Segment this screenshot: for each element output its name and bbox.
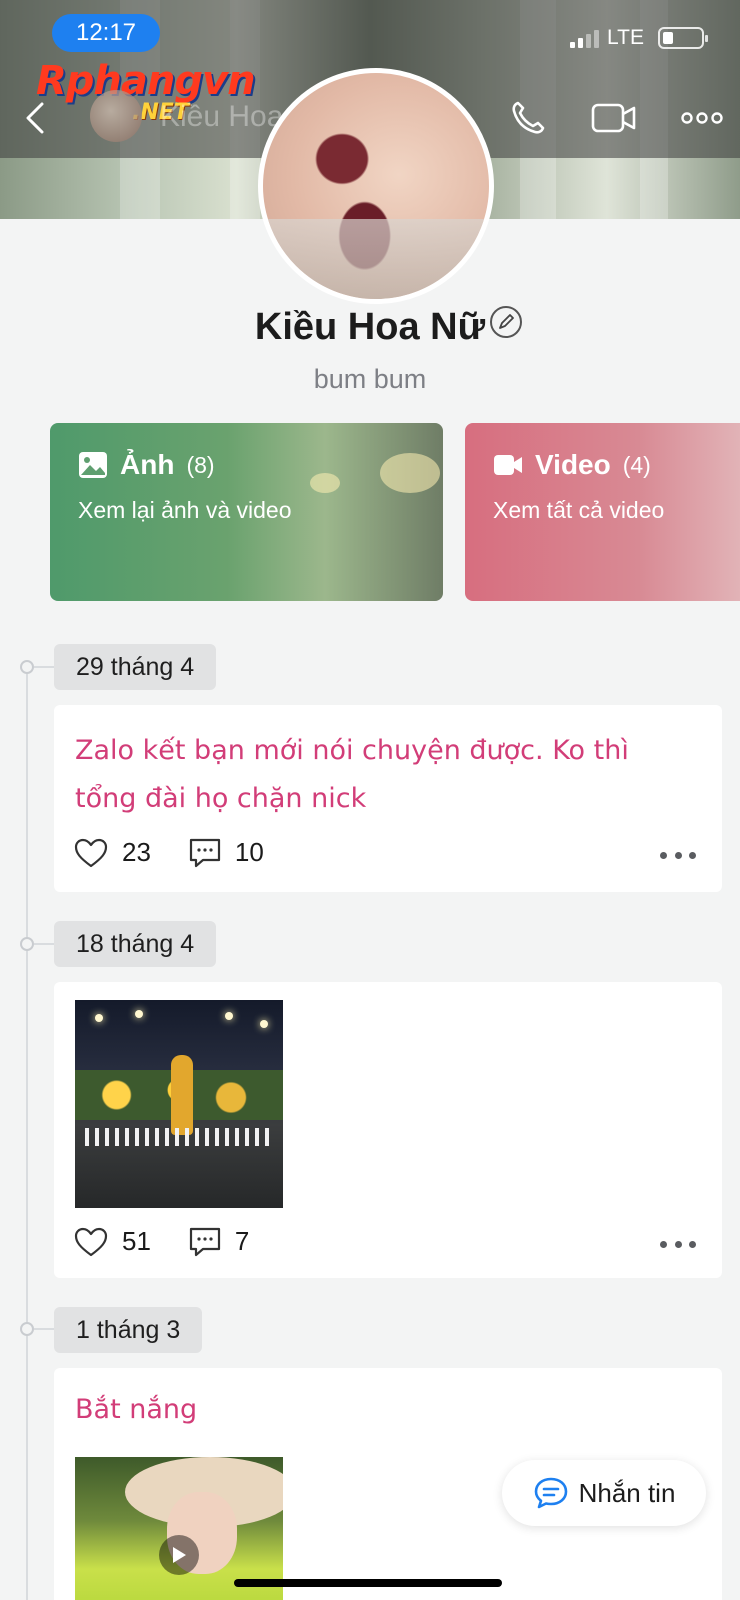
photo-album-card[interactable]: Ảnh (8) Xem lại ảnh và video	[50, 423, 443, 601]
like-count: 51	[122, 1226, 151, 1256]
post-photo[interactable]	[75, 1000, 283, 1208]
video-album-count: (4)	[622, 451, 651, 478]
post-card[interactable]: 51 7	[54, 982, 722, 1278]
comment-button[interactable]: 10	[189, 837, 264, 868]
comment-count: 7	[234, 1226, 250, 1256]
back-chevron-icon[interactable]	[22, 100, 50, 136]
comment-count: 10	[234, 837, 264, 867]
chat-bubble-icon	[534, 1477, 567, 1509]
message-button-label: Nhắn tin	[578, 1477, 676, 1508]
post-date: 1 tháng 3	[54, 1307, 203, 1353]
photo-album-title: Ảnh	[120, 449, 175, 480]
video-camera-icon	[494, 455, 522, 475]
video-call-icon[interactable]	[590, 94, 638, 142]
post-date: 29 tháng 4	[54, 644, 217, 690]
edit-pencil-icon[interactable]	[490, 306, 522, 338]
heart-icon	[74, 838, 108, 867]
profile-avatar[interactable]	[258, 68, 494, 304]
post-text: Bắt nắng	[75, 1394, 198, 1425]
photo-album-count: (8)	[186, 451, 215, 478]
photo-album-subtitle: Xem lại ảnh và video	[78, 497, 292, 523]
post-card[interactable]: Zalo kết bạn mới nói chuyện được. Ko thì…	[54, 705, 722, 892]
message-button[interactable]: Nhắn tin	[502, 1460, 706, 1526]
like-button[interactable]: 51	[74, 1226, 151, 1257]
nav-avatar	[90, 90, 142, 142]
post-more-icon[interactable]	[660, 1234, 696, 1254]
like-count: 23	[122, 837, 151, 867]
timeline-node	[20, 660, 34, 674]
signal-icon	[570, 28, 600, 48]
heart-icon	[74, 1227, 108, 1256]
network-type: LTE	[607, 26, 644, 49]
video-album-title: Video	[535, 449, 611, 480]
watermark-logo: Rphangvn	[36, 58, 256, 104]
post-date: 18 tháng 4	[54, 921, 217, 967]
comment-icon	[189, 1227, 221, 1256]
post-text: Zalo kết bạn mới nói chuyện được. Ko thì…	[75, 735, 629, 814]
profile-name: Kiều Hoa Nữ	[254, 306, 486, 348]
post-more-icon[interactable]	[660, 845, 696, 865]
battery-icon	[658, 27, 708, 49]
image-icon	[79, 452, 107, 478]
timeline-node	[20, 937, 34, 951]
comment-icon	[189, 838, 221, 867]
play-icon[interactable]	[159, 1535, 199, 1575]
phone-call-icon[interactable]	[504, 94, 552, 142]
status-indicators: LTE	[570, 26, 708, 50]
video-album-card[interactable]: Video (4) Xem tất cả video	[465, 423, 740, 601]
timeline-node	[20, 1322, 34, 1336]
like-button[interactable]: 23	[74, 837, 151, 868]
home-indicator[interactable]	[234, 1579, 502, 1587]
profile-bio: bum bum	[313, 364, 427, 394]
more-options-icon[interactable]	[678, 94, 726, 142]
timeline-line	[26, 667, 28, 1600]
status-time: 12:17	[52, 14, 160, 52]
comment-button[interactable]: 7	[189, 1226, 249, 1257]
video-album-subtitle: Xem tất cả video	[493, 497, 665, 523]
